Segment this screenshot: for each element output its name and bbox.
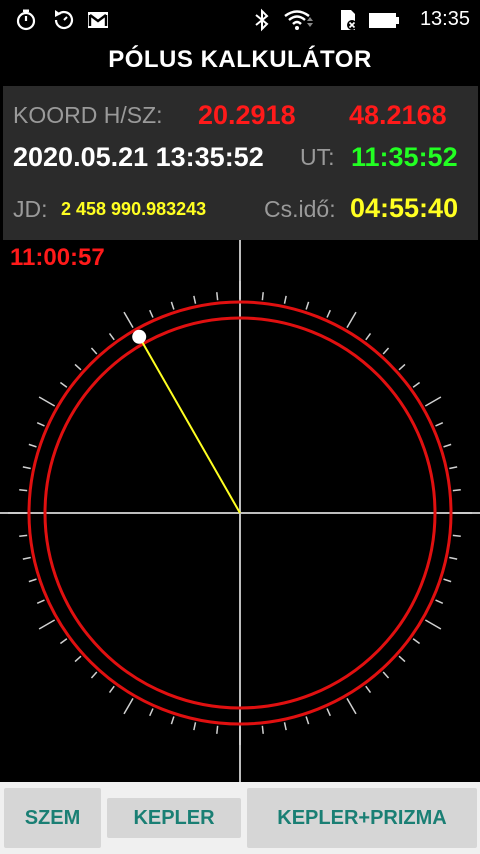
jd-label: JD: xyxy=(13,196,48,222)
tick-mark xyxy=(59,381,68,388)
clock: 13:35 xyxy=(419,8,470,30)
sidereal-label: Cs.idő: xyxy=(264,196,336,222)
tick-mark xyxy=(452,534,461,537)
tick-mark xyxy=(305,301,310,310)
tick-mark xyxy=(170,716,175,725)
eyepiece-mode-bar: SZEM KEPLER KEPLER+PRIZMA xyxy=(0,782,480,854)
bluetooth-icon xyxy=(250,8,274,32)
tick-mark xyxy=(452,489,461,492)
tick-mark xyxy=(74,655,82,663)
tick-mark xyxy=(193,722,197,731)
status-bar: 13:35 xyxy=(0,0,480,40)
sidereal-value: 04:55:40 xyxy=(350,193,459,223)
tick-mark xyxy=(435,422,444,427)
tick-mark xyxy=(149,708,154,717)
tick-mark xyxy=(123,311,134,329)
tick-mark xyxy=(398,655,406,663)
tick-mark xyxy=(412,638,421,645)
tick-mark xyxy=(22,466,31,470)
tick-mark xyxy=(108,685,115,694)
tick-mark xyxy=(283,295,287,304)
tick-mark xyxy=(19,534,28,537)
wifi-icon xyxy=(284,8,314,32)
tick-mark xyxy=(123,697,134,715)
tick-mark xyxy=(28,443,37,448)
tick-mark xyxy=(283,722,287,731)
tick-mark xyxy=(38,396,56,407)
tick-mark xyxy=(449,556,458,560)
datetime-value: 2020.05.21 13:35:52 xyxy=(13,142,264,172)
tick-mark xyxy=(36,599,45,604)
jd-value: 2 458 990.983243 xyxy=(61,199,207,219)
tick-mark xyxy=(326,309,331,318)
tick-mark xyxy=(193,295,197,304)
tick-mark xyxy=(346,697,357,715)
tick-mark xyxy=(108,332,115,341)
tick-mark xyxy=(90,671,98,679)
tick-mark xyxy=(449,466,458,470)
tick-mark xyxy=(28,578,37,583)
tick-mark xyxy=(19,489,28,492)
tick-mark xyxy=(346,311,357,329)
tick-mark xyxy=(305,716,310,725)
tick-mark xyxy=(435,599,444,604)
battery-icon xyxy=(368,8,402,32)
polaris-pointer-line xyxy=(138,336,241,514)
tick-mark xyxy=(261,725,264,734)
polar-scope-reticle xyxy=(0,240,480,782)
tick-mark xyxy=(170,301,175,310)
tick-mark xyxy=(261,292,264,301)
tick-mark xyxy=(22,556,31,560)
info-panel: KOORD H/SZ: 20.2918 48.2168 2020.05.21 1… xyxy=(3,86,478,240)
tick-mark xyxy=(216,292,219,301)
tick-mark xyxy=(365,685,372,694)
tick-mark xyxy=(424,619,442,630)
tick-mark xyxy=(74,363,82,371)
stopwatch-icon xyxy=(14,8,38,32)
tick-mark xyxy=(443,578,452,583)
tick-mark xyxy=(412,381,421,388)
polaris-marker xyxy=(132,329,147,344)
tick-mark xyxy=(382,671,390,679)
tick-mark xyxy=(424,396,442,407)
kepler-button[interactable]: KEPLER xyxy=(107,798,241,838)
ut-value: 11:35:52 xyxy=(351,142,458,172)
tick-mark xyxy=(59,638,68,645)
app-title: PÓLUS KALKULÁTOR xyxy=(108,46,372,73)
tick-mark xyxy=(216,725,219,734)
tick-mark xyxy=(326,708,331,717)
tick-mark xyxy=(382,347,390,355)
kepler-prizma-button[interactable]: KEPLER+PRIZMA xyxy=(247,788,477,848)
ut-label: UT: xyxy=(300,144,335,170)
longitude-value: 20.2918 xyxy=(198,100,296,130)
tick-mark xyxy=(398,363,406,371)
sd-card-icon xyxy=(336,8,360,32)
tick-mark xyxy=(36,422,45,427)
tick-mark xyxy=(149,309,154,318)
gmail-icon xyxy=(86,8,110,32)
szem-button[interactable]: SZEM xyxy=(4,788,101,848)
tick-mark xyxy=(38,619,56,630)
sync-timer-icon xyxy=(52,8,76,32)
tick-mark xyxy=(443,443,452,448)
latitude-value: 48.2168 xyxy=(349,100,447,130)
tick-mark xyxy=(90,347,98,355)
tick-mark xyxy=(365,332,372,341)
coord-label: KOORD H/SZ: xyxy=(13,102,163,128)
